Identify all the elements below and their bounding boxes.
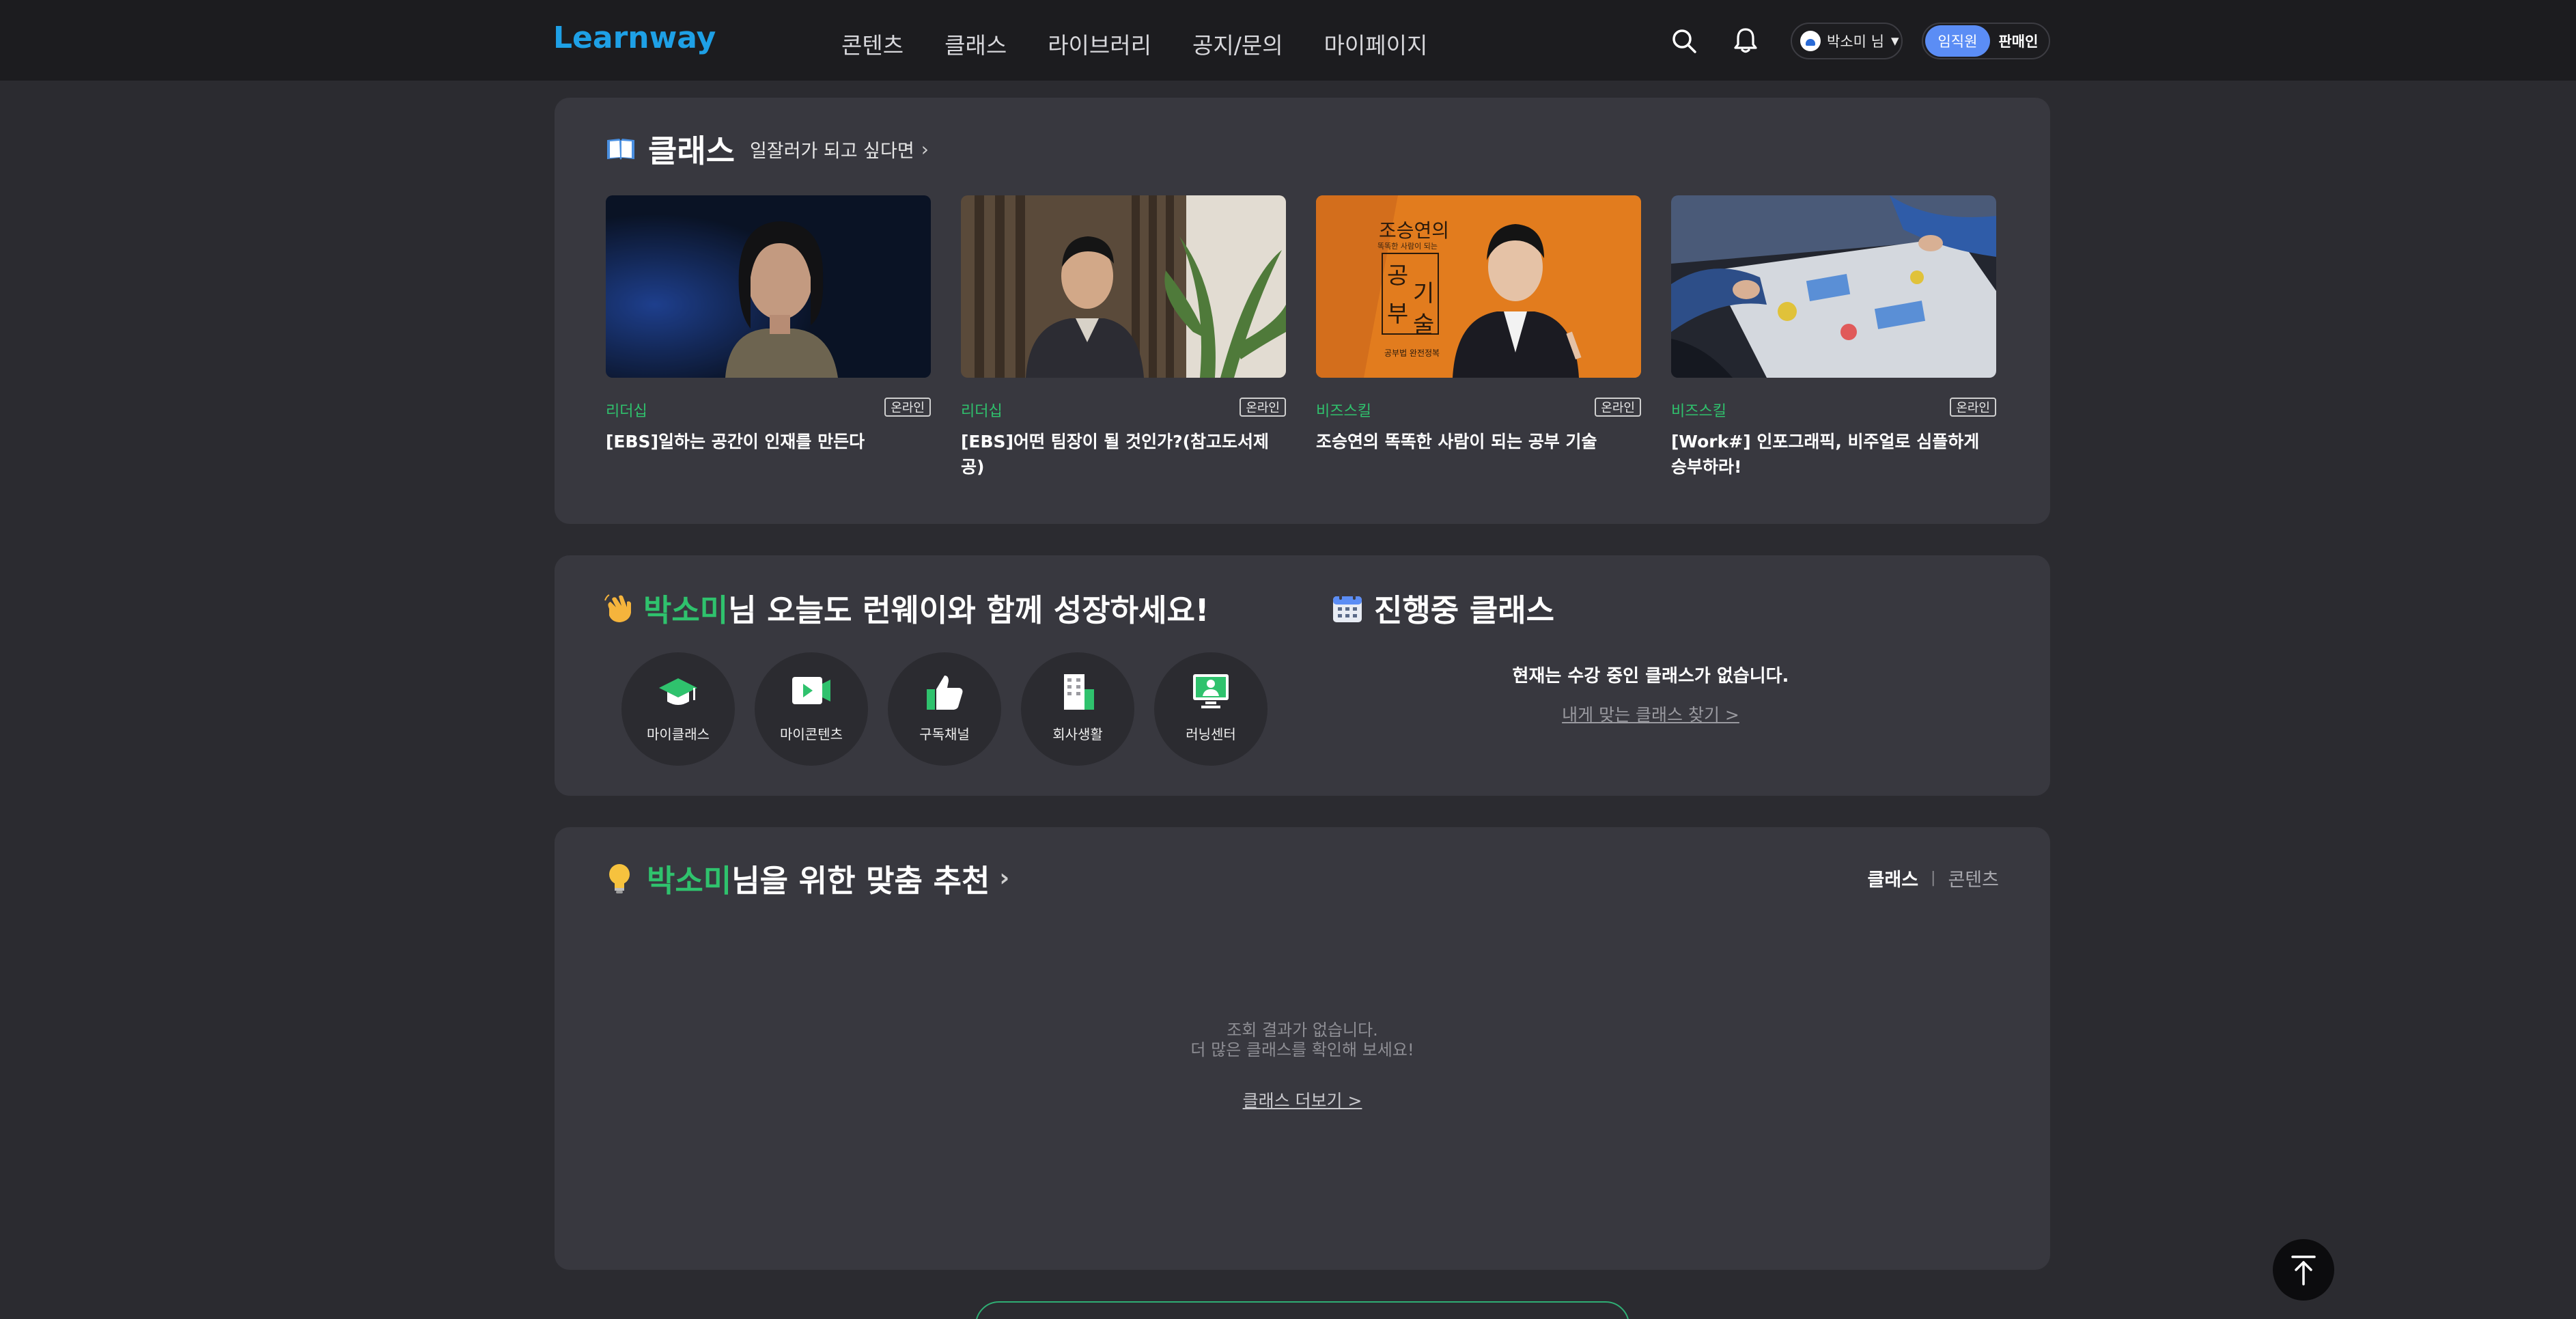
quick-link-label: 구독채널 — [919, 726, 970, 742]
recommendation-section: 박소미 님을 위한 맞춤 추천 › 클래스 | 콘텐츠 조회 결과가 없습니다. … — [555, 827, 2050, 1270]
user-first-name: 박소미 — [643, 592, 729, 628]
building-icon — [1057, 673, 1098, 711]
bottom-action-bar[interactable] — [975, 1301, 1629, 1319]
class-card[interactable]: 리더십 온라인 [EBS]일하는 공간이 인재를 만든다 — [606, 195, 931, 496]
book-icon — [606, 137, 636, 161]
class-section-header: 클래스 일잘러가 되고 싶다면 › — [606, 126, 929, 171]
class-section: 클래스 일잘러가 되고 싶다면 › 리더십 온라인 [EBS]일하는 공간이 인… — [555, 98, 2050, 524]
chevron-right-icon[interactable]: › — [921, 138, 929, 161]
mode-toggle: 임직원 판매인 — [1922, 23, 2050, 59]
bell-icon[interactable] — [1732, 26, 1759, 55]
thumb-char: 부 — [1387, 301, 1409, 328]
nav-class[interactable]: 클래스 — [944, 27, 1007, 60]
waving-hand-icon — [602, 592, 635, 624]
main-nav: 콘텐츠 클래스 라이브러리 공지/문의 마이페이지 — [841, 27, 1468, 60]
thumb-char: 기 — [1413, 280, 1435, 307]
thumb-text-bottom: 공부법 완전정복 — [1384, 348, 1440, 358]
class-card[interactable]: 비즈스킬 온라인 [Work#] 인포그래픽, 비주얼로 심플하게 승부하라! — [1671, 195, 1996, 496]
avatar — [1800, 31, 1821, 51]
thumb-char: 술 — [1413, 311, 1435, 339]
no-result-message: 조회 결과가 없습니다. 더 많은 클래스를 확인해 보세요! — [555, 1021, 2050, 1060]
user-menu[interactable]: 박소미 님 ▼ — [1791, 23, 1903, 59]
chevron-right-icon[interactable]: › — [999, 864, 1009, 892]
class-subtitle-link[interactable]: 일잘러가 되고 싶다면 — [750, 136, 914, 163]
class-thumbnail: 조승연의 똑똑한 사람이 되는 공 부 기 술 공부법 완전정복 — [1316, 195, 1641, 378]
quick-link-mycontent[interactable]: 마이콘텐츠 — [755, 652, 868, 766]
class-category: 리더십 — [961, 403, 1003, 420]
class-thumbnail — [606, 195, 931, 378]
mode-employee-button[interactable]: 임직원 — [1925, 25, 1990, 57]
class-card-list: 리더십 온라인 [EBS]일하는 공간이 인재를 만든다 리더십 온라인 [EB… — [606, 195, 2004, 496]
recommendation-header[interactable]: 박소미 님을 위한 맞춤 추천 › — [606, 856, 1009, 900]
recommendation-title: 님을 위한 맞춤 추천 — [731, 863, 990, 899]
online-badge: 온라인 — [1240, 398, 1286, 417]
find-class-link[interactable]: 내게 맞는 클래스 찾기 > — [1405, 702, 1896, 726]
quick-link-learning-center[interactable]: 러닝센터 — [1154, 652, 1268, 766]
class-thumbnail — [961, 195, 1286, 378]
nav-library[interactable]: 라이브러리 — [1048, 27, 1151, 60]
calendar-icon — [1332, 592, 1363, 624]
class-thumbnail — [1671, 195, 1996, 378]
in-progress-header: 진행중 클래스 — [1332, 585, 1554, 630]
online-badge: 온라인 — [1595, 398, 1641, 417]
tab-class[interactable]: 클래스 — [1868, 865, 1919, 891]
no-result-line: 더 많은 클래스를 확인해 보세요! — [1190, 1040, 1414, 1059]
thumb-title-box: 공 부 기 술 — [1382, 253, 1439, 339]
quick-link-label: 회사생활 — [1052, 726, 1103, 742]
class-category: 리더십 — [606, 403, 647, 420]
greeting-title: 박소미 님 오늘도 런웨이와 함께 성장하세요! — [602, 585, 1209, 630]
graduation-cap-icon — [658, 673, 699, 711]
tab-content[interactable]: 콘텐츠 — [1948, 865, 1999, 891]
class-category: 비즈스킬 — [1671, 403, 1726, 420]
nav-content[interactable]: 콘텐츠 — [841, 27, 904, 60]
class-title: [EBS]일하는 공간이 인재를 만든다 — [606, 432, 865, 452]
thumb-char: 공 — [1387, 262, 1409, 290]
class-category: 비즈스킬 — [1316, 403, 1371, 420]
thumbs-up-icon — [924, 673, 965, 711]
lightbulb-icon — [606, 862, 633, 895]
nav-mypage[interactable]: 마이페이지 — [1324, 27, 1428, 60]
class-section-title: 클래스 — [648, 133, 735, 169]
chevron-down-icon: ▼ — [1890, 35, 1899, 47]
quick-link-label: 마이콘텐츠 — [780, 726, 843, 742]
learnway-logo[interactable]: Learnway — [553, 20, 716, 55]
online-badge: 온라인 — [1950, 398, 1996, 417]
quick-link-label: 마이클래스 — [647, 726, 710, 742]
thumb-text-top: 조승연의 — [1379, 219, 1450, 242]
scroll-to-top-button[interactable] — [2273, 1239, 2334, 1301]
no-result-line: 조회 결과가 없습니다. — [1227, 1021, 1378, 1040]
search-icon[interactable] — [1670, 27, 1698, 55]
mode-seller-button[interactable]: 판매인 — [1990, 25, 2047, 57]
tab-divider: | — [1931, 870, 1936, 887]
class-title: [Work#] 인포그래픽, 비주얼로 심플하게 승부하라! — [1671, 432, 1980, 477]
quick-link-myclass[interactable]: 마이클래스 — [621, 652, 735, 766]
quick-links: 마이클래스 마이콘텐츠 구독채널 회사생활 러닝센터 — [621, 652, 1287, 766]
class-title: 조승연의 똑똑한 사람이 되는 공부 기술 — [1316, 432, 1597, 452]
online-badge: 온라인 — [884, 398, 931, 417]
in-progress-empty-message: 현재는 수강 중인 클래스가 없습니다. — [1512, 666, 1789, 686]
greeting-message: 님 오늘도 런웨이와 함께 성장하세요! — [728, 592, 1209, 628]
thumb-text-small: 똑똑한 사람이 되는 — [1377, 242, 1438, 251]
quick-link-subscribe[interactable]: 구독채널 — [888, 652, 1001, 766]
class-card[interactable]: 조승연의 똑똑한 사람이 되는 공 부 기 술 공부법 완전정복 비즈스킬 온라… — [1316, 195, 1641, 496]
user-first-name: 박소미 — [647, 863, 732, 899]
greeting-section: 박소미 님 오늘도 런웨이와 함께 성장하세요! 마이클래스 마이콘텐츠 구독채널… — [555, 555, 2050, 796]
arrow-up-icon — [2291, 1255, 2316, 1286]
quick-link-company-life[interactable]: 회사생활 — [1021, 652, 1134, 766]
video-play-icon — [791, 673, 832, 711]
recommendation-tabs: 클래스 | 콘텐츠 — [1868, 865, 1999, 891]
nav-notice[interactable]: 공지/문의 — [1192, 27, 1283, 60]
class-title: [EBS]어떤 팀장이 될 것인가?(참고도서제공) — [961, 432, 1270, 477]
more-classes-link[interactable]: 클래스 더보기 > — [555, 1087, 2050, 1112]
user-name: 박소미 님 — [1827, 33, 1884, 50]
quick-link-label: 러닝센터 — [1186, 726, 1236, 742]
top-header: Learnway 콘텐츠 클래스 라이브러리 공지/문의 마이페이지 박소미 님… — [0, 0, 2576, 81]
monitor-user-icon — [1190, 673, 1231, 711]
class-card[interactable]: 리더십 온라인 [EBS]어떤 팀장이 될 것인가?(참고도서제공) — [961, 195, 1286, 496]
in-progress-title: 진행중 클래스 — [1374, 592, 1555, 628]
